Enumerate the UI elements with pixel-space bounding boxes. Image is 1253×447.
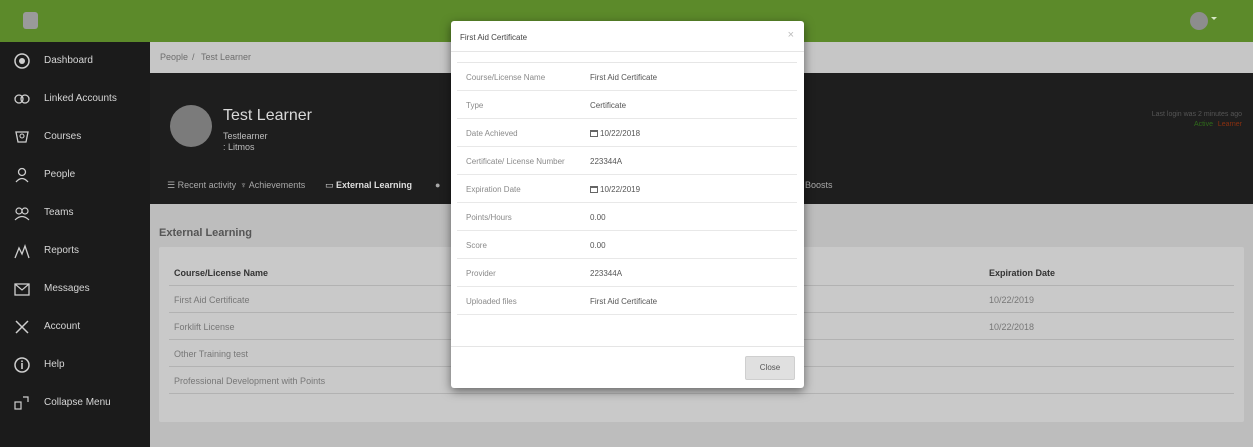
detail-row-expiration-date: Expiration Date 10/22/2019: [457, 175, 797, 203]
detail-value: 0.00: [590, 241, 606, 250]
detail-value-text: 223344A: [590, 269, 623, 278]
uploaded-file-link[interactable]: First Aid Certificate: [590, 297, 657, 306]
modal-header: First Aid Certificate ×: [451, 21, 804, 52]
detail-value-text: 10/22/2019: [600, 185, 641, 194]
detail-value-text: 0.00: [590, 213, 606, 222]
detail-label: Uploaded files: [466, 297, 517, 306]
detail-value: 10/22/2018: [590, 129, 640, 138]
detail-value-text: First Aid Certificate: [590, 73, 658, 82]
detail-row-course-name: Course/License Name First Aid Certificat…: [457, 63, 797, 91]
detail-row-points-hours: Points/Hours 0.00: [457, 203, 797, 231]
detail-label: Provider: [466, 269, 496, 278]
close-icon[interactable]: ×: [788, 29, 794, 41]
detail-row-uploaded-files: Uploaded files First Aid Certificate: [457, 287, 797, 315]
detail-value: 223344A: [590, 157, 622, 166]
detail-value-text: 10/22/2018: [600, 129, 641, 138]
detail-value: Certificate: [590, 101, 626, 110]
detail-value: 10/22/2019: [590, 185, 640, 194]
detail-label: Type: [466, 101, 484, 110]
detail-value: 0.00: [590, 213, 606, 222]
detail-value-text: 223344A: [590, 157, 623, 166]
modal-footer-divider: [451, 346, 804, 347]
calendar-icon: [590, 186, 598, 193]
detail-value[interactable]: First Aid Certificate: [590, 297, 657, 306]
detail-row-type: Type Certificate: [457, 91, 797, 119]
detail-value: First Aid Certificate: [590, 73, 657, 82]
detail-value-text: 0.00: [590, 241, 606, 250]
detail-value: 223344A: [590, 269, 622, 278]
detail-label: Expiration Date: [466, 185, 521, 194]
certificate-modal: First Aid Certificate × Course/License N…: [451, 21, 804, 388]
modal-title: First Aid Certificate: [460, 33, 528, 42]
detail-label: Score: [466, 241, 487, 250]
detail-row-date-achieved: Date Achieved 10/22/2018: [457, 119, 797, 147]
detail-row-license-number: Certificate/ License Number 223344A: [457, 147, 797, 175]
detail-row-score: Score 0.00: [457, 231, 797, 259]
close-button[interactable]: Close: [745, 356, 795, 380]
detail-label: Date Achieved: [466, 129, 518, 138]
detail-label: Points/Hours: [466, 213, 512, 222]
detail-row-provider: Provider 223344A: [457, 259, 797, 287]
detail-label: Course/License Name: [466, 73, 546, 82]
detail-value-text: Certificate: [590, 101, 627, 110]
detail-label: Certificate/ License Number: [466, 157, 565, 166]
calendar-icon: [590, 130, 598, 137]
